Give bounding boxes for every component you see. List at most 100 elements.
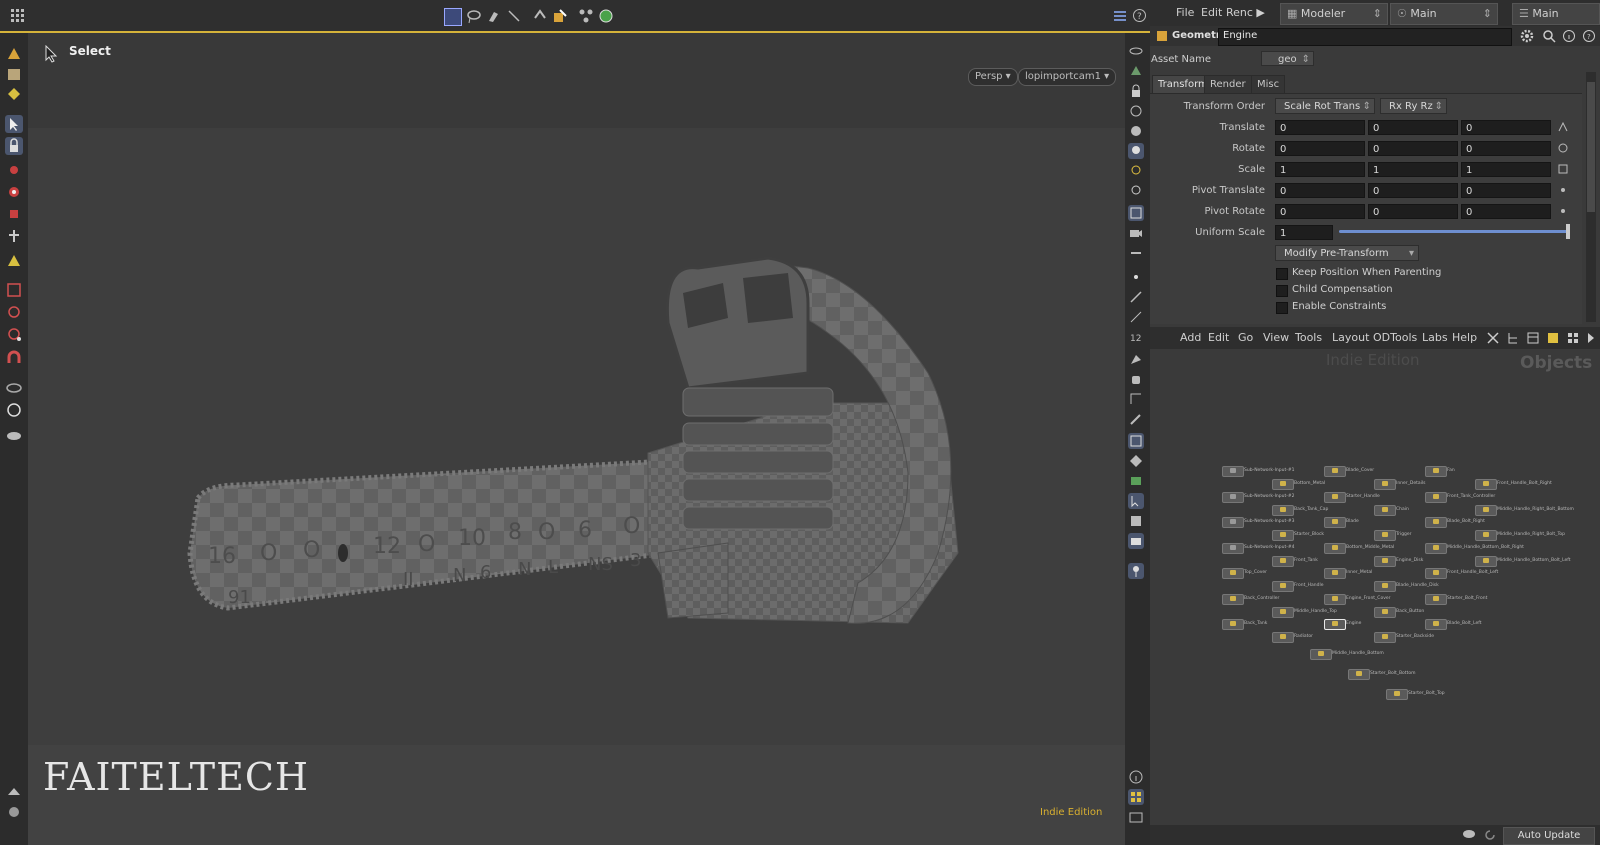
network-node[interactable]	[1272, 530, 1294, 541]
uniform-scale-slider[interactable]	[1339, 230, 1569, 233]
camera-tool-icon[interactable]	[5, 401, 23, 419]
magnet-snap-icon[interactable]	[5, 349, 23, 367]
scale-tool-icon[interactable]	[5, 205, 23, 223]
view-tool-icon[interactable]	[5, 379, 23, 397]
lock-icon[interactable]	[1128, 83, 1144, 99]
network-node[interactable]	[1324, 542, 1346, 554]
select-mode-globe-icon[interactable]	[598, 8, 614, 24]
pivot-translate-z-field[interactable]: 0	[1461, 183, 1551, 198]
tools-wrench-icon[interactable]	[1486, 331, 1500, 345]
network-node[interactable]	[1374, 581, 1396, 592]
scene-viewport-pane[interactable]: ? Select Persp ▾ lopimportcam1 ▾ 16 O O …	[0, 0, 1150, 845]
asset-name-dropdown[interactable]: geo ⇕	[1261, 51, 1314, 66]
network-node[interactable]	[1425, 517, 1447, 528]
network-node[interactable]	[1425, 466, 1447, 477]
move-tool-icon[interactable]	[5, 161, 23, 179]
rotate-tool-icon[interactable]	[5, 183, 23, 201]
net-menu-view[interactable]: View	[1263, 331, 1289, 344]
render-region-icon[interactable]	[1128, 533, 1144, 549]
network-node[interactable]	[1222, 542, 1244, 554]
camera-name-menu[interactable]: lopimportcam1 ▾	[1018, 68, 1117, 86]
menu-file[interactable]: File	[1176, 6, 1194, 19]
network-node[interactable]	[1324, 517, 1346, 528]
link-icon[interactable]	[5, 803, 23, 821]
keep-position-checkbox[interactable]	[1276, 268, 1288, 280]
network-node[interactable]	[1425, 491, 1447, 503]
pin-icon[interactable]	[1128, 563, 1144, 579]
pane-tab-dropdown[interactable]: ☰ Main	[1512, 3, 1600, 25]
info-icon[interactable]	[1128, 769, 1144, 785]
guide-icon[interactable]	[1128, 245, 1144, 261]
network-node[interactable]	[1425, 593, 1447, 605]
diamond-icon[interactable]	[1128, 453, 1144, 469]
tree-view-icon[interactable]	[1506, 331, 1520, 345]
uniform-scale-field[interactable]: 1	[1275, 225, 1333, 240]
auto-update-dropdown[interactable]: Auto Update	[1503, 827, 1595, 845]
box-select-icon[interactable]	[444, 8, 462, 26]
workspace-dropdown[interactable]: ☉ Main ⇕	[1390, 3, 1498, 25]
net-menu-go[interactable]: Go	[1238, 331, 1253, 344]
network-node[interactable]	[1222, 593, 1244, 605]
enable-constraints-checkbox[interactable]	[1276, 302, 1288, 314]
spreadsheet-icon[interactable]	[1546, 331, 1560, 345]
network-node[interactable]	[1272, 504, 1294, 516]
layout-grid-icon[interactable]	[1128, 789, 1144, 805]
select-tool-icon[interactable]	[5, 115, 23, 133]
help-icon[interactable]: ?	[1582, 29, 1596, 43]
pivot-translate-handle-icon[interactable]	[1557, 184, 1569, 196]
laser-select-icon[interactable]	[506, 8, 522, 24]
pivot-rotate-z-field[interactable]: 0	[1461, 204, 1551, 219]
select-display-icon[interactable]	[1128, 493, 1144, 509]
network-node[interactable]	[1310, 649, 1332, 660]
chat-bubble-icon[interactable]	[1462, 828, 1476, 842]
pivot-rotate-y-field[interactable]: 0	[1368, 204, 1458, 219]
eye-icon[interactable]	[1128, 43, 1144, 59]
network-node[interactable]	[1222, 619, 1244, 630]
network-node[interactable]	[1324, 593, 1346, 605]
hand-icon[interactable]	[1128, 371, 1144, 387]
tab-render[interactable]: Render	[1204, 75, 1252, 94]
display-options-icon[interactable]	[1112, 8, 1128, 24]
child-compensation-checkbox[interactable]	[1276, 285, 1288, 297]
network-node[interactable]	[1374, 632, 1396, 643]
network-node[interactable]	[1374, 606, 1396, 618]
lock-tool-icon[interactable]	[5, 137, 23, 155]
network-node[interactable]	[1475, 479, 1497, 490]
network-node[interactable]	[1386, 689, 1408, 700]
render-tool-icon[interactable]	[5, 425, 23, 443]
green-group-icon[interactable]	[1128, 473, 1144, 489]
translate-y-field[interactable]: 0	[1368, 120, 1458, 135]
net-menu-help[interactable]: Help	[1452, 331, 1477, 344]
network-node[interactable]	[1324, 619, 1346, 630]
network-node[interactable]	[1348, 669, 1370, 680]
handle-tool-icon[interactable]	[5, 251, 23, 269]
translate-handle-icon[interactable]	[1557, 121, 1569, 133]
scale-x-field[interactable]: 1	[1275, 162, 1365, 177]
menu-edit[interactable]: Edit	[1201, 6, 1222, 19]
network-node[interactable]	[1425, 542, 1447, 554]
menu-render[interactable]: Renc ▶	[1226, 6, 1265, 19]
uniform-scale-slider-handle[interactable]	[1566, 224, 1570, 239]
pose-tool-icon[interactable]	[5, 227, 23, 245]
network-node[interactable]	[1272, 606, 1294, 618]
network-node[interactable]	[1222, 466, 1244, 477]
translate-x-field[interactable]: 0	[1275, 120, 1365, 135]
normal-display-icon[interactable]	[1128, 289, 1144, 305]
chainsaw-model[interactable]: 16 O O 12 O 10 8 O 6 O 91 II N 6 N L NS …	[168, 223, 968, 643]
net-menu-layout[interactable]: Layout	[1332, 331, 1369, 344]
light-icon[interactable]	[1128, 143, 1144, 159]
point-display-icon[interactable]	[1128, 269, 1144, 285]
info-icon[interactable]	[1562, 29, 1576, 43]
number-display-icon[interactable]: 12	[1128, 329, 1144, 345]
network-node[interactable]	[1272, 632, 1294, 643]
net-menu-tools[interactable]: Tools	[1295, 331, 1322, 344]
network-node[interactable]	[1374, 479, 1396, 490]
network-editor[interactable]: Indie Edition Objects Sub-Network-Input-…	[1150, 349, 1600, 825]
brush-icon[interactable]	[1128, 411, 1144, 427]
network-node[interactable]	[1475, 555, 1497, 567]
brush-select-icon[interactable]	[486, 8, 502, 24]
refresh-icon[interactable]	[1483, 828, 1497, 842]
scale-z-field[interactable]: 1	[1461, 162, 1551, 177]
tab-misc[interactable]: Misc	[1251, 75, 1286, 94]
rotate-handle-icon[interactable]	[1557, 142, 1569, 154]
